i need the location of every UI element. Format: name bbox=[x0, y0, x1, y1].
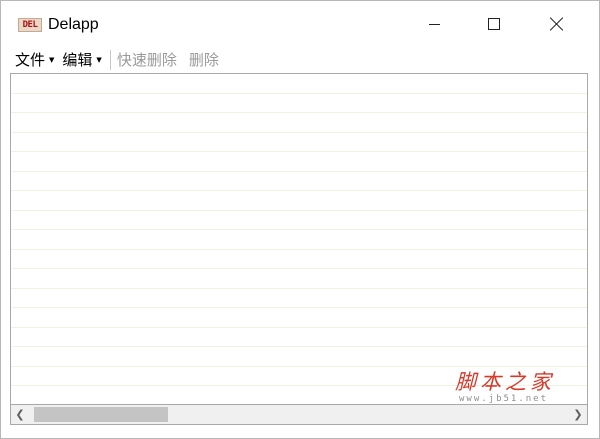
chevron-right-icon[interactable]: ❯ bbox=[569, 405, 587, 424]
title-bar[interactable]: DEL Delapp bbox=[1, 1, 599, 47]
toolbar-separator bbox=[109, 50, 111, 70]
menu-edit-label: 编辑 bbox=[62, 51, 93, 69]
app-window: DEL Delapp 文件 ▼ 编辑 ▼ 快速删除 删除 ❮ ❯ 脚本之家 ww… bbox=[0, 0, 600, 439]
quick-delete-button[interactable]: 快速删除 bbox=[117, 48, 177, 72]
menu-edit[interactable]: 编辑 ▼ bbox=[62, 48, 101, 72]
minimize-icon bbox=[428, 23, 440, 25]
delete-button[interactable]: 删除 bbox=[189, 48, 219, 72]
minimize-button[interactable] bbox=[411, 1, 457, 47]
list-row[interactable] bbox=[11, 133, 587, 152]
watermark-url: www.jb51.net bbox=[459, 394, 549, 404]
list-row[interactable] bbox=[11, 269, 587, 289]
list-row[interactable] bbox=[11, 152, 587, 172]
list-row[interactable] bbox=[11, 113, 587, 133]
list-row[interactable] bbox=[11, 172, 587, 191]
window-title: Delapp bbox=[48, 16, 99, 33]
menu-file[interactable]: 文件 ▼ bbox=[15, 48, 54, 72]
menu-bar: 文件 ▼ 编辑 ▼ 快速删除 删除 bbox=[1, 47, 599, 73]
file-list[interactable] bbox=[10, 73, 588, 405]
list-row[interactable] bbox=[11, 94, 587, 113]
chevron-left-icon[interactable]: ❮ bbox=[11, 405, 29, 424]
watermark-title: 脚本之家 bbox=[455, 370, 555, 394]
list-row[interactable] bbox=[11, 308, 587, 328]
dropdown-arrow-icon: ▼ bbox=[49, 56, 55, 64]
watermark-logo: 脚本之家 www.jb51.net bbox=[441, 366, 581, 406]
list-row[interactable] bbox=[11, 211, 587, 230]
dropdown-arrow-icon: ▼ bbox=[96, 56, 102, 64]
list-row[interactable] bbox=[11, 347, 587, 367]
close-button[interactable] bbox=[534, 1, 580, 47]
list-row[interactable] bbox=[11, 250, 587, 269]
maximize-icon bbox=[488, 18, 500, 30]
list-row[interactable] bbox=[11, 328, 587, 347]
list-row[interactable] bbox=[11, 230, 587, 250]
maximize-button[interactable] bbox=[471, 1, 517, 47]
horizontal-scrollbar[interactable]: ❮ ❯ bbox=[10, 405, 588, 425]
app-icon: DEL bbox=[18, 18, 42, 32]
list-row[interactable] bbox=[11, 191, 587, 211]
scrollbar-thumb[interactable] bbox=[34, 407, 168, 422]
list-row[interactable] bbox=[11, 289, 587, 308]
list-row[interactable] bbox=[11, 74, 587, 94]
menu-file-label: 文件 bbox=[15, 51, 46, 69]
close-icon bbox=[550, 17, 564, 31]
